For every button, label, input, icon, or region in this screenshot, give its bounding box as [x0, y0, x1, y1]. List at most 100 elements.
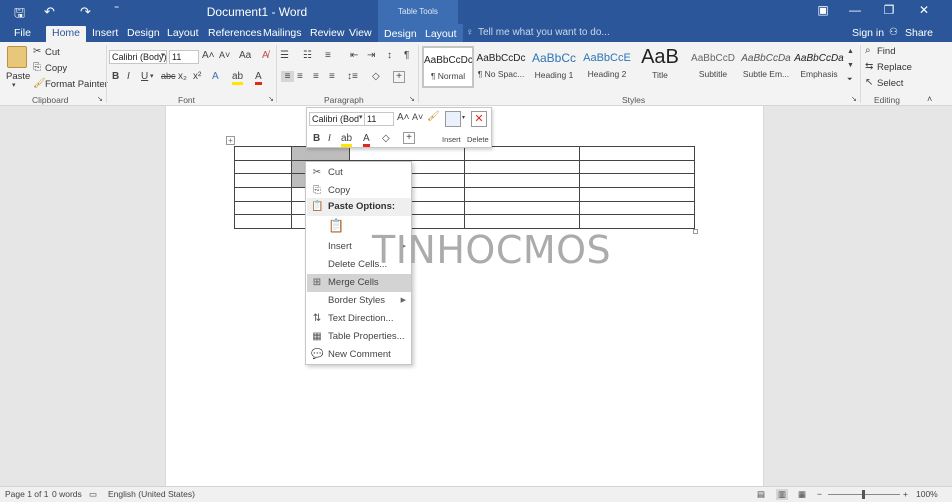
paste-button[interactable]: Paste [6, 71, 30, 82]
mini-bold-icon[interactable]: B [313, 133, 320, 144]
language-indicator[interactable]: English (United States) [108, 489, 195, 499]
tab-mailings[interactable]: Mailings [257, 26, 308, 42]
change-case-icon[interactable]: Aa [239, 50, 251, 61]
superscript-icon[interactable]: x² [193, 71, 201, 82]
style-emphasis[interactable]: AaBbCcDa Emphasis [793, 46, 845, 88]
menu-item-table-properties[interactable]: ▦ Table Properties... [307, 328, 411, 346]
copy-button[interactable]: Copy [45, 63, 67, 74]
table-cell[interactable] [234, 146, 292, 161]
sort-icon[interactable]: ↕ [387, 50, 392, 61]
borders-icon[interactable]: + [393, 71, 405, 83]
cut-button[interactable]: Cut [45, 47, 60, 58]
share-button[interactable]: Share [899, 26, 939, 42]
text-effects-icon[interactable]: A [212, 71, 219, 82]
tab-home[interactable]: Home [46, 26, 87, 42]
table-cell[interactable] [464, 173, 580, 188]
mini-shading-icon[interactable]: ◇ [382, 133, 390, 144]
increase-indent-icon[interactable]: ⇥ [367, 50, 375, 61]
table-cell[interactable] [349, 146, 465, 161]
underline-dropdown-icon[interactable]: ▾ [150, 72, 154, 80]
menu-item-border-styles[interactable]: Border Styles ▶ [307, 292, 411, 310]
tab-view[interactable]: View [343, 26, 378, 42]
align-center-icon[interactable]: ≡ [297, 71, 303, 82]
tab-layout[interactable]: Layout [161, 26, 205, 42]
decrease-indent-icon[interactable]: ⇤ [350, 50, 358, 61]
delete-table-icon[interactable]: ✕ [471, 111, 487, 127]
clipboard-launcher-icon[interactable]: ↘ [97, 95, 103, 103]
tab-table-design[interactable]: Design [378, 24, 423, 42]
collapse-ribbon-icon[interactable]: ˄ [927, 94, 932, 104]
mini-borders-icon[interactable]: + [403, 132, 415, 144]
tab-table-layout[interactable]: Layout [419, 24, 463, 42]
align-right-icon[interactable]: ≡ [313, 71, 319, 82]
paragraph-launcher-icon[interactable]: ↘ [409, 95, 415, 103]
tab-file[interactable]: File [8, 26, 37, 42]
menu-item-new-comment[interactable]: 💬 New Comment [307, 346, 411, 364]
table-cell[interactable] [234, 187, 292, 202]
sign-in-link[interactable]: Sign in [846, 26, 890, 42]
table-cell[interactable] [464, 146, 580, 161]
styles-more-icon[interactable]: ⏷ [847, 76, 853, 84]
line-spacing-icon[interactable]: ↕≡ [347, 71, 358, 82]
mini-grow-font-icon[interactable]: A˄ [397, 112, 410, 123]
menu-item-merge-cells[interactable]: ⊞ Merge Cells [307, 274, 411, 292]
numbering-icon[interactable]: ☷ [303, 50, 312, 61]
minimize-button[interactable]: — [840, 3, 870, 17]
tab-insert[interactable]: Insert [86, 26, 124, 42]
read-mode-icon[interactable]: ▤ [757, 489, 765, 500]
mini-font-name-box[interactable]: Calibri (Bod [309, 112, 365, 126]
italic-icon[interactable]: I [127, 71, 130, 82]
insert-table-icon[interactable] [445, 111, 461, 127]
document-table[interactable] [234, 146, 695, 229]
table-cell[interactable] [464, 201, 580, 215]
underline-icon[interactable]: U [141, 71, 148, 82]
table-cell[interactable] [464, 187, 580, 202]
ribbon-display-options-icon[interactable]: ▣ [808, 3, 838, 17]
shrink-font-icon[interactable]: A˅ [219, 50, 230, 60]
table-cell-selected[interactable] [291, 146, 350, 161]
style-title[interactable]: AaB Title [634, 46, 686, 88]
replace-button[interactable]: Replace [877, 62, 912, 73]
table-cell[interactable] [464, 214, 580, 229]
styles-launcher-icon[interactable]: ↘ [851, 95, 857, 103]
tell-me-search[interactable]: Tell me what you want to do... [478, 27, 610, 38]
zoom-level[interactable]: 100% [916, 489, 938, 499]
font-name-dropdown-icon[interactable]: ▾ [161, 51, 165, 59]
mini-shrink-font-icon[interactable]: A˅ [412, 112, 423, 122]
style-no-spacing[interactable]: AaBbCcDc ¶ No Spac... [475, 46, 527, 88]
font-color-icon[interactable]: A [255, 71, 262, 85]
table-resize-handle[interactable] [693, 229, 698, 234]
align-left-icon[interactable]: ≡ [281, 71, 294, 82]
font-launcher-icon[interactable]: ↘ [268, 95, 274, 103]
paste-dropdown-icon[interactable]: ▾ [12, 81, 16, 89]
mini-font-size-box[interactable]: 11 [364, 112, 394, 126]
table-cell[interactable] [579, 173, 695, 188]
style-heading-2[interactable]: AaBbCcE Heading 2 [581, 46, 633, 88]
close-button[interactable]: ✕ [909, 3, 939, 17]
vertical-scrollbar[interactable] [941, 106, 952, 486]
grow-font-icon[interactable]: A˄ [202, 50, 215, 61]
select-button[interactable]: Select [877, 78, 903, 89]
font-name-box[interactable]: Calibri (Body) [109, 50, 167, 64]
styles-scroll-down-icon[interactable]: ▼ [847, 62, 854, 69]
shading-icon[interactable]: ◇ [372, 71, 380, 82]
table-cell[interactable] [234, 214, 292, 229]
multilevel-list-icon[interactable]: ≡ [325, 50, 331, 61]
maximize-button[interactable]: ❐ [874, 3, 904, 17]
tab-design[interactable]: Design [121, 26, 166, 42]
menu-item-text-direction[interactable]: ⇅ Text Direction... [307, 310, 411, 328]
bold-icon[interactable]: B [112, 71, 119, 82]
style-normal[interactable]: AaBbCcDc ¶ Normal [422, 46, 474, 88]
subscript-icon[interactable]: x₂ [178, 71, 187, 82]
insert-dropdown-icon[interactable]: ▾ [462, 114, 465, 121]
table-cell[interactable] [579, 201, 695, 215]
styles-scroll-up-icon[interactable]: ▲ [847, 48, 854, 55]
mini-font-color-icon[interactable]: A [363, 133, 370, 147]
table-move-handle-icon[interactable]: + [226, 136, 235, 145]
style-subtle-emphasis[interactable]: AaBbCcDa Subtle Em... [740, 46, 792, 88]
table-cell[interactable] [579, 187, 695, 202]
proofing-icon[interactable]: ▭ [89, 489, 97, 500]
table-cell[interactable] [234, 173, 292, 188]
table-cell[interactable] [234, 201, 292, 215]
page-count[interactable]: Page 1 of 1 [5, 489, 48, 499]
